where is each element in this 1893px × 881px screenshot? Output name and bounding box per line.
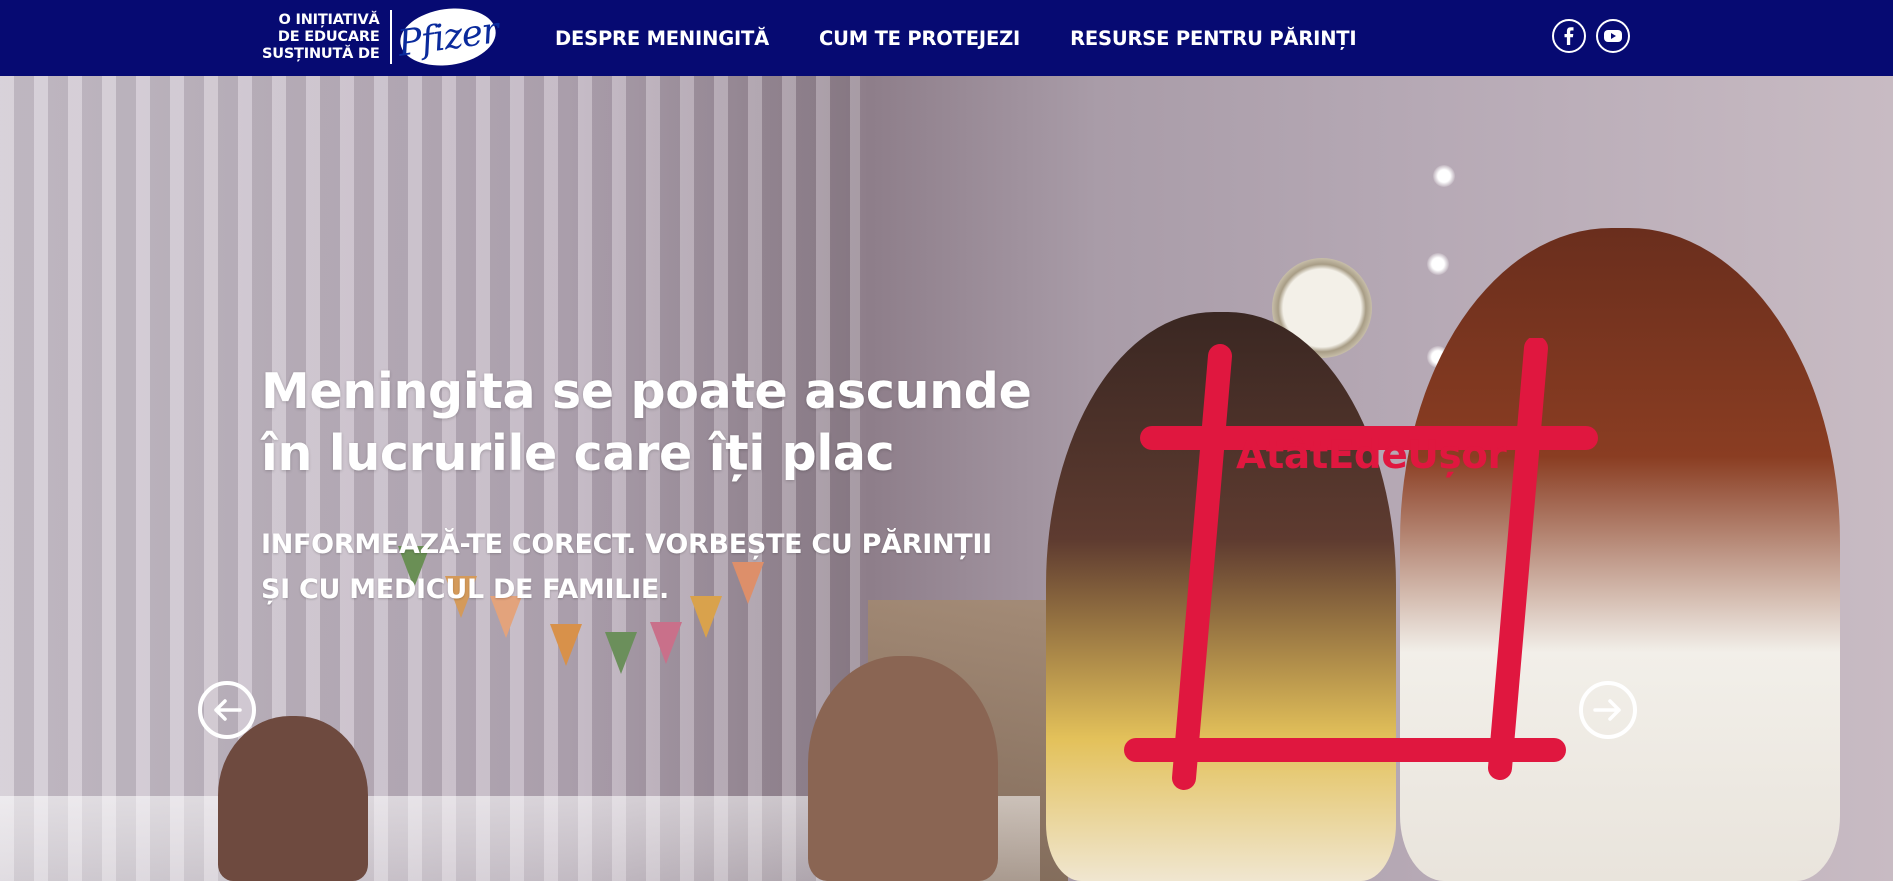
arrow-left-icon xyxy=(214,699,242,721)
main-nav: DESPRE MENINGITĂ CUM TE PROTEJEZI RESURS… xyxy=(555,0,1406,76)
nav-item-despre-meningita[interactable]: DESPRE MENINGITĂ xyxy=(555,27,769,50)
carousel-next-button[interactable] xyxy=(1579,681,1637,739)
brand-tagline-line: SUSȚINUTĂ DE xyxy=(262,45,380,62)
bunting-flag xyxy=(650,622,682,664)
brand-tagline-line: DE EDUCARE xyxy=(277,28,380,45)
fairy-light-decoration xyxy=(1427,253,1449,275)
brand-block[interactable]: O INIȚIATIVĂ DE EDUCARE SUSȚINUTĂ DE Pfi… xyxy=(262,2,500,72)
hero-title: Meningita se poate ascunde în lucrurile … xyxy=(261,361,1041,485)
pfizer-logo[interactable]: Pfizer xyxy=(395,2,500,72)
nav-item-cum-te-protejezi[interactable]: CUM TE PROTEJEZI xyxy=(819,27,1020,50)
hashtag-frame-icon xyxy=(1124,338,1598,790)
bunting-flag xyxy=(550,624,582,666)
carousel-prev-button[interactable] xyxy=(198,681,256,739)
brand-tagline: O INIȚIATIVĂ DE EDUCARE SUSȚINUTĂ DE xyxy=(262,12,380,63)
person-silhouette xyxy=(218,716,368,881)
hero-banner: Meningita se poate ascunde în lucrurile … xyxy=(0,76,1893,881)
hero-subtitle-line: INFORMEAZĂ-TE CORECT. VORBEȘTE CU PĂRINȚ… xyxy=(261,529,992,560)
brand-tagline-line: O INIȚIATIVĂ xyxy=(278,11,380,28)
youtube-icon[interactable] xyxy=(1596,19,1630,53)
person-silhouette xyxy=(808,656,998,881)
social-links xyxy=(1552,19,1630,53)
bunting-flag xyxy=(605,632,637,674)
hero-subtitle: INFORMEAZĂ-TE CORECT. VORBEȘTE CU PĂRINȚ… xyxy=(261,522,1021,612)
hero-title-line: Meningita se poate ascunde xyxy=(261,363,1032,420)
hero-title-line: în lucrurile care îți plac xyxy=(261,425,895,482)
hero-subtitle-line: ȘI CU MEDICUL DE FAMILIE. xyxy=(261,574,670,605)
brand-divider xyxy=(389,10,392,64)
hashtag-label: AtâtEdeUșor xyxy=(1236,433,1507,478)
arrow-right-icon xyxy=(1593,699,1621,721)
top-navigation-bar: O INIȚIATIVĂ DE EDUCARE SUSȚINUTĂ DE Pfi… xyxy=(0,0,1893,76)
fairy-light-decoration xyxy=(1433,165,1455,187)
facebook-icon[interactable] xyxy=(1552,19,1586,53)
nav-item-resurse-pentru-parinti[interactable]: RESURSE PENTRU PĂRINȚI xyxy=(1070,27,1357,50)
